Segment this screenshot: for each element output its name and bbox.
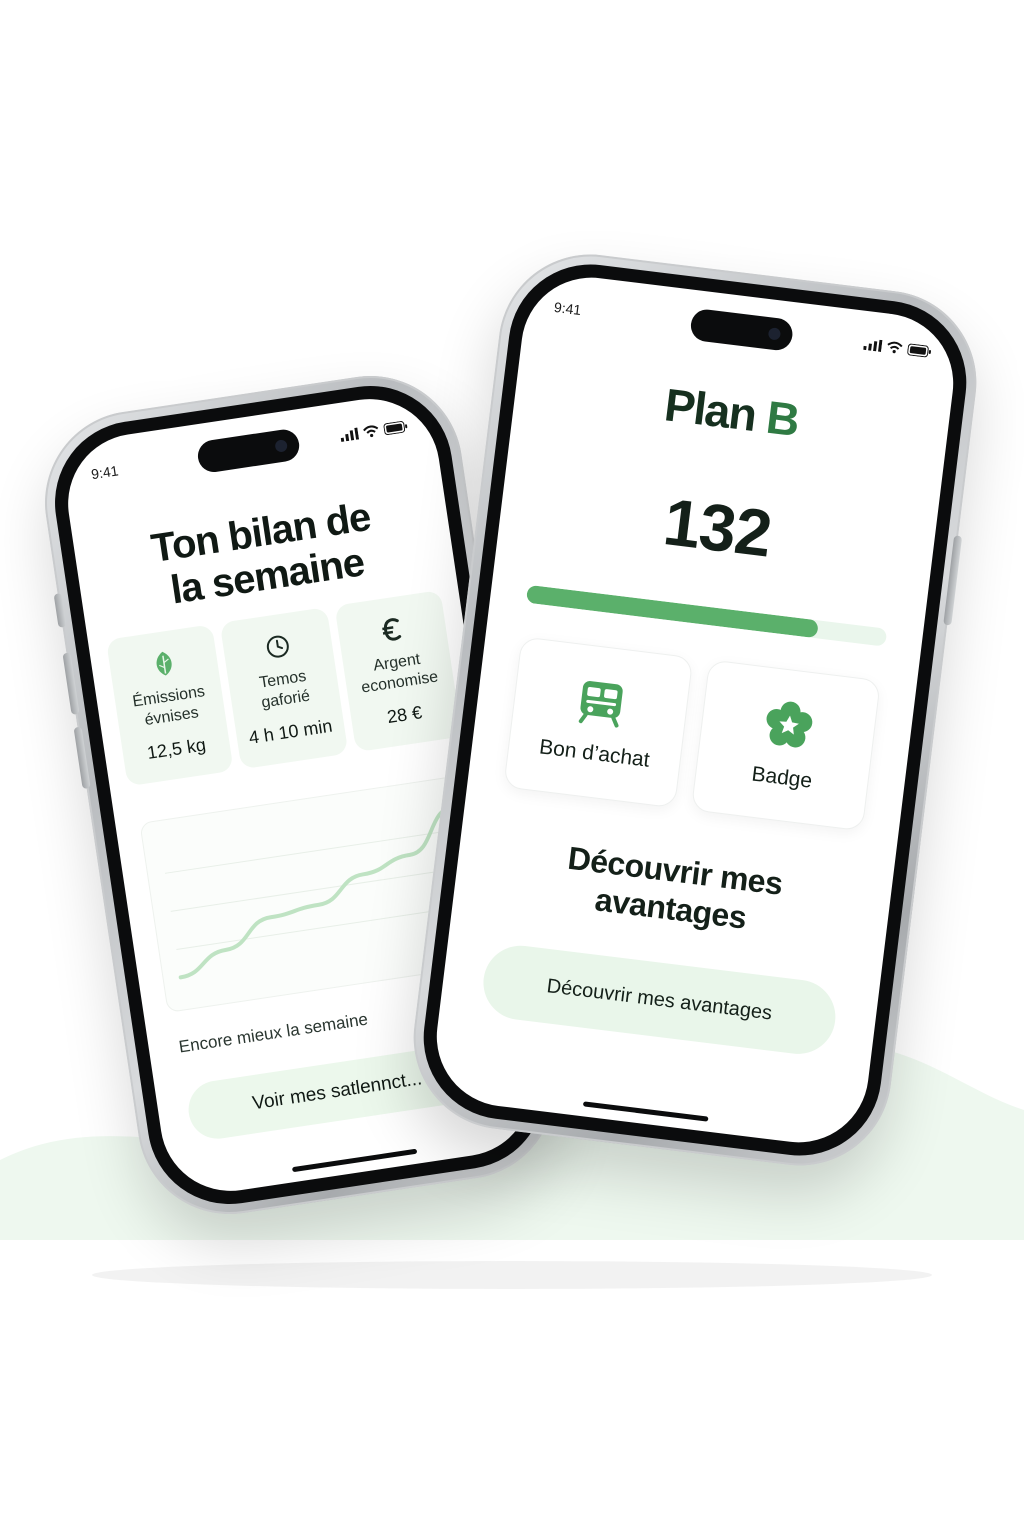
stat-label: Temos gaforié — [257, 667, 312, 716]
battery-icon — [907, 343, 932, 358]
stats-row: Émissions évnises 12,5 kg Temos gaforié 4 … — [105, 590, 463, 787]
home-indicator[interactable] — [291, 1148, 418, 1173]
chart-gridline — [176, 905, 468, 950]
logo-word: Plan — [661, 378, 759, 441]
badge-tile[interactable]: Badge — [690, 659, 881, 832]
wifi-icon — [887, 341, 903, 354]
train-icon — [578, 680, 623, 728]
status-time: 9:41 — [90, 462, 120, 483]
stat-value: 28 € — [385, 702, 424, 728]
euro-icon — [382, 618, 402, 641]
signal-icon — [340, 427, 360, 443]
progress-fill — [525, 584, 820, 639]
logo-letter: B — [763, 390, 802, 447]
signal-icon — [863, 339, 883, 353]
wifi-icon — [363, 425, 379, 438]
voucher-tile[interactable]: Bon d’achat — [503, 636, 694, 809]
benefits-heading: Découvrir mes avantages — [453, 825, 893, 953]
leaf-icon — [156, 651, 172, 676]
stat-value: 12,5 kg — [145, 734, 208, 764]
points-progress-bar — [525, 584, 888, 647]
phone-screen: 9:41 Plan B 132 Bon d’achat Badge Découv… — [428, 269, 962, 1151]
voucher-label: Bon d’achat — [537, 735, 651, 772]
clock-icon — [266, 635, 289, 658]
stat-label: Émissions évnises — [131, 682, 209, 734]
encore-text: Encore mieux la semaine — [177, 1009, 370, 1057]
app-logo-title: Plan B — [513, 359, 950, 465]
discover-benefits-button[interactable]: Découvrir mes avantages — [479, 941, 840, 1059]
camera-icon — [767, 327, 782, 341]
battery-icon — [383, 421, 408, 436]
chart-gridline — [164, 829, 456, 874]
stat-card-time[interactable]: Temos gaforié 4 h 10 min — [220, 607, 349, 770]
status-icons — [863, 338, 932, 358]
home-indicator[interactable] — [582, 1101, 709, 1122]
camera-icon — [274, 439, 289, 453]
stat-label: Argent economise — [357, 648, 440, 701]
phone-bezel: 9:41 Plan B 132 Bon d’achat Badge Découv… — [414, 255, 976, 1165]
points-score: 132 — [659, 484, 776, 571]
status-time: 9:41 — [553, 298, 583, 319]
stat-card-money[interactable]: Argent economise 28 € — [334, 590, 463, 753]
stat-value: 4 h 10 min — [247, 715, 334, 748]
rewards-row: Bon d’achat Badge — [503, 636, 881, 832]
status-icons — [340, 420, 409, 443]
dynamic-island — [689, 307, 795, 352]
stat-card-emissions[interactable]: Émissions évnises 12,5 kg — [105, 624, 234, 787]
badge-star-icon — [766, 701, 812, 748]
dynamic-island — [195, 427, 302, 475]
badge-label: Badge — [750, 762, 814, 793]
